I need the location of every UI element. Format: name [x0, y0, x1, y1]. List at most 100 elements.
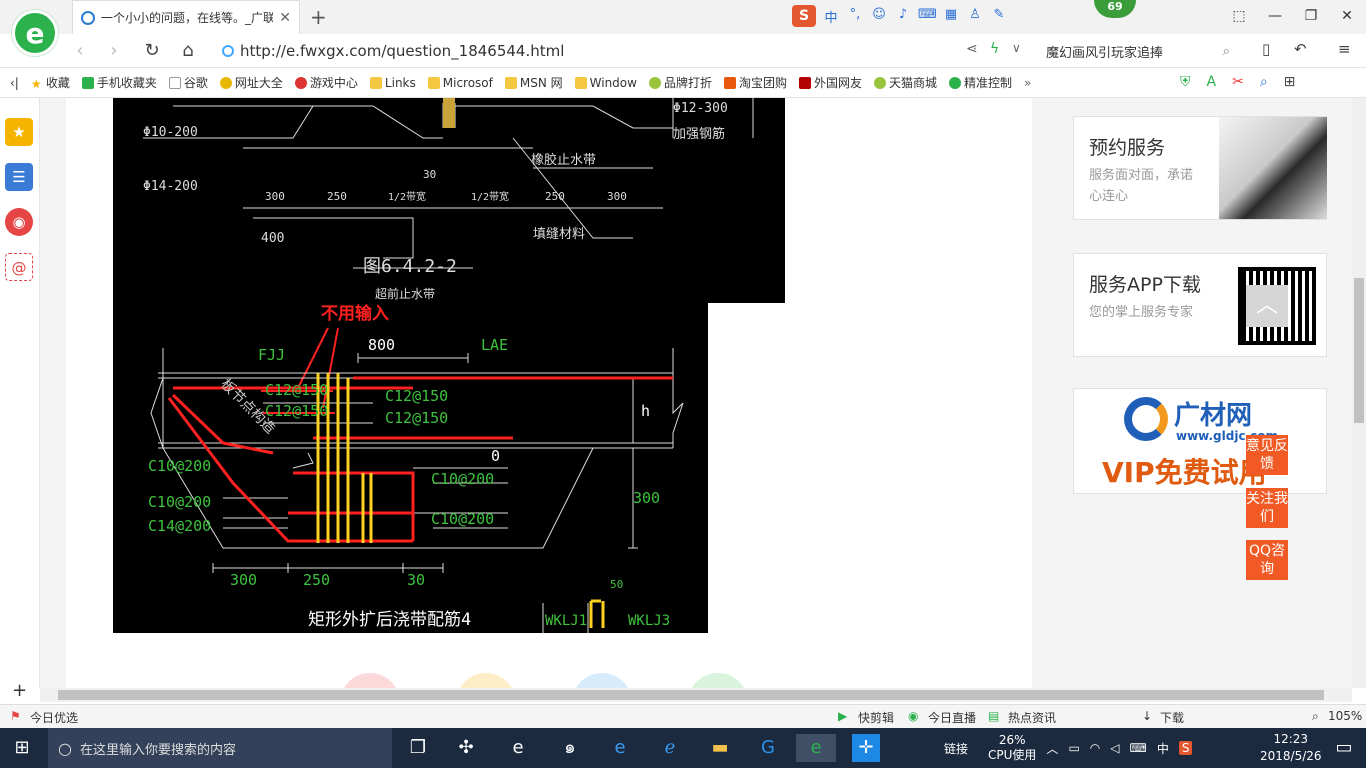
translate-icon[interactable]: A [1207, 74, 1217, 90]
lightning-icon[interactable]: ϟ [990, 41, 999, 57]
bookmark-item[interactable]: 手机收藏夹 [81, 74, 157, 91]
status-item[interactable]: 今日直播 [928, 709, 976, 726]
microphone-icon[interactable]: ♪ [894, 7, 912, 25]
bookmark-item[interactable]: ★ 收藏 [31, 74, 70, 91]
back-icon[interactable]: ‹ [68, 40, 92, 61]
bookmark-item[interactable]: 游戏中心 [294, 74, 358, 91]
shield-icon[interactable]: ⛨ [1180, 74, 1191, 90]
bookmark-item[interactable]: 天猫商城 [874, 74, 937, 91]
bookmark-item[interactable]: Microsof [427, 76, 493, 90]
toolbox-icon[interactable]: ▦ [942, 7, 960, 25]
browser-e-icon[interactable]: e [504, 734, 532, 762]
ime-indicator[interactable]: 中 [1157, 740, 1169, 757]
home-icon[interactable]: ⌂ [176, 40, 200, 61]
wrench-icon[interactable]: ✎ [990, 7, 1008, 25]
vertical-scrollbar[interactable] [1352, 98, 1366, 688]
chevron-down-icon[interactable]: ∨ [1012, 41, 1021, 55]
shirt-icon[interactable]: ⬚ [1224, 4, 1254, 28]
refresh-icon[interactable]: ↻ [140, 40, 164, 61]
reaction-button[interactable] [340, 673, 400, 688]
app-card[interactable]: 服务APP下载 您的掌上服务专家 [1073, 253, 1327, 357]
file-explorer-icon[interactable]: ▬ [706, 734, 734, 762]
edge-icon[interactable]: e [606, 734, 634, 762]
new-tab-button[interactable]: + [310, 5, 327, 29]
skin-icon[interactable]: ♙ [966, 7, 984, 25]
menu-icon[interactable]: ≡ [1338, 40, 1351, 58]
bookmark-item[interactable]: 外国网友 [799, 74, 862, 91]
active-browser-icon[interactable]: e [796, 734, 836, 762]
favorites-icon[interactable]: ★ [5, 118, 33, 146]
bookmark-item[interactable]: Links [369, 76, 416, 90]
daily-pick-link[interactable]: 今日优选 [30, 709, 78, 726]
glodon-app-icon[interactable]: G [754, 734, 782, 762]
scissors-icon[interactable]: ✂ [1232, 74, 1244, 90]
ime-mode-icon[interactable]: 中 [822, 7, 840, 26]
wifi-icon[interactable]: ◠ [1090, 741, 1100, 755]
sogou-tray-icon[interactable]: S [1178, 741, 1193, 755]
emoji-icon[interactable]: ☺ [870, 7, 888, 25]
search-icon[interactable]: ⌕ [1260, 74, 1268, 90]
bookmark-item[interactable]: 品牌打折 [648, 74, 712, 91]
search-icon[interactable]: ⌕ [1223, 44, 1230, 59]
bookmark-item[interactable]: MSN 网 [504, 74, 563, 91]
sidebar-add-icon[interactable]: + [12, 680, 27, 701]
gldjc-banner[interactable]: 广材网 www.gldjc.com VIP免费试用 [1073, 388, 1327, 494]
cpu-widget[interactable]: 26% CPU使用 [988, 733, 1036, 763]
weibo-icon[interactable]: ◉ [5, 208, 33, 236]
battery-icon[interactable]: ▭ [1068, 741, 1079, 755]
keyboard-icon[interactable]: ⌨ [1130, 741, 1147, 755]
mail-icon[interactable]: @ [5, 253, 33, 281]
phone-icon[interactable]: ▯ [1262, 40, 1270, 58]
booking-card[interactable]: 预约服务 服务面对面，承诺心连心 [1073, 116, 1327, 220]
spiral-app-icon[interactable]: ๑ [556, 734, 584, 762]
browser-tab[interactable]: 一个小小的问题，在线等。_广联 ✕ [72, 0, 300, 34]
link-text[interactable]: 链接 [944, 740, 968, 757]
close-button[interactable]: ✕ [1332, 4, 1362, 28]
fan-app-icon[interactable]: ✣ [452, 734, 480, 762]
follow-button[interactable]: 关注我们 [1246, 488, 1288, 528]
vertical-scroll-thumb[interactable] [1354, 278, 1364, 423]
ie-icon[interactable]: ℯ [656, 734, 684, 762]
horizontal-scroll-thumb[interactable] [58, 690, 1324, 700]
keyboard-icon[interactable]: ⌨ [918, 7, 937, 25]
qq-consult-button[interactable]: QQ咨询 [1246, 540, 1288, 580]
status-item[interactable]: 快剪辑 [858, 709, 894, 726]
notification-center-icon[interactable]: ▭ [1330, 734, 1358, 762]
feedback-button[interactable]: 意见反馈 [1246, 435, 1288, 475]
more-bookmarks-icon[interactable]: » [1024, 76, 1031, 90]
restore-button[interactable]: ❐ [1296, 4, 1326, 28]
windows-start-icon[interactable]: ⊞ [8, 734, 36, 762]
zoom-level[interactable]: 105% [1328, 709, 1362, 723]
remote-app-icon[interactable]: ✛ [852, 734, 880, 762]
back-to-top-button[interactable]: ︿ [1246, 285, 1288, 327]
sogou-logo-icon[interactable]: S [792, 5, 816, 27]
clock[interactable]: 12:23 2018/5/26 [1260, 731, 1322, 765]
sidebar-toggle-icon[interactable]: ‹| [10, 76, 19, 90]
status-item[interactable]: 下载 [1160, 709, 1184, 726]
reading-list-icon[interactable]: ☰ [5, 163, 33, 191]
search-input[interactable]: 魔幻画风引玩家追捧 ⌕ [1040, 38, 1236, 64]
bookmark-item[interactable]: 淘宝团购 [723, 74, 787, 91]
volume-icon[interactable]: ◁ [1110, 741, 1119, 755]
browser-logo[interactable]: e [12, 10, 58, 56]
tab-close-icon[interactable]: ✕ [279, 10, 291, 26]
horizontal-scrollbar[interactable] [40, 688, 1352, 702]
share-icon[interactable]: ⋖ [966, 41, 978, 57]
url-field[interactable]: http://e.fwxgx.com/question_1846544.html [222, 38, 962, 64]
tray-up-icon[interactable]: ︿ [1046, 740, 1058, 757]
punctuation-icon[interactable]: °, [846, 7, 864, 25]
grid-icon[interactable]: ⊞ [1284, 74, 1296, 90]
bookmark-item[interactable]: 网址大全 [219, 74, 283, 91]
bookmark-item[interactable]: Window [574, 76, 637, 90]
reaction-button[interactable] [572, 673, 632, 688]
reaction-button[interactable] [456, 673, 516, 688]
bookmark-item[interactable]: 谷歌 [168, 74, 208, 91]
undo-icon[interactable]: ↶ [1294, 40, 1307, 58]
status-item[interactable]: 热点资讯 [1008, 709, 1056, 726]
taskbar-search-input[interactable]: ○ 在这里输入你要搜索的内容 [48, 728, 392, 768]
minimize-button[interactable]: — [1260, 4, 1290, 28]
task-view-icon[interactable]: ❐ [404, 734, 432, 762]
bookmark-item[interactable]: 精准控制 [949, 74, 1012, 91]
reaction-button[interactable] [688, 673, 748, 688]
forward-icon[interactable]: › [102, 40, 126, 61]
